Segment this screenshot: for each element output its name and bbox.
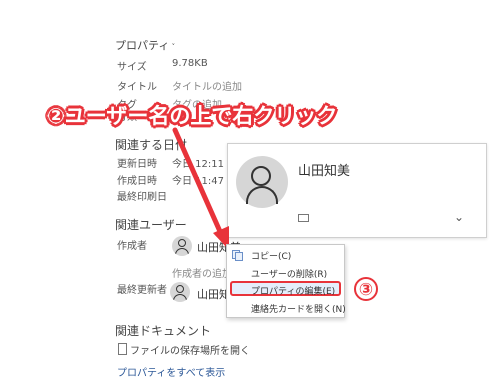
- instruction-banner: ②ユーザー名の上で右クリック: [47, 104, 338, 128]
- context-menu: コピー(C) ユーザーの削除(R) プロパティの編集(E) 連絡先カードを開く(…: [226, 244, 346, 318]
- menu-copy[interactable]: コピー(C): [251, 249, 291, 262]
- menu-remove-user[interactable]: ユーザーの削除(R): [251, 267, 327, 280]
- annotation-arrow: [172, 127, 229, 250]
- copy-icon: [232, 250, 243, 261]
- step-number-badge: ③: [354, 277, 378, 301]
- menu-open-contact-card[interactable]: 連絡先カードを開く(N): [251, 302, 346, 315]
- menu-edit-properties[interactable]: プロパティの編集(E): [251, 284, 335, 297]
